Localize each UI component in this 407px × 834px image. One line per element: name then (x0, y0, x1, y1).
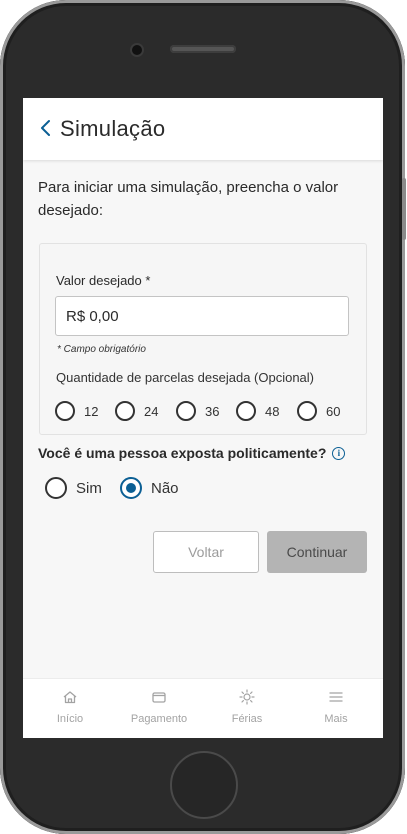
parcela-label: 48 (265, 403, 280, 419)
pep-question-text: Você é uma pessoa exposta politicamente? (38, 445, 327, 461)
radio-circle-icon (176, 401, 196, 421)
parcela-option-60[interactable]: 60 (297, 401, 340, 421)
radio-circle-icon (236, 401, 256, 421)
home-button[interactable] (170, 751, 238, 819)
valor-input[interactable] (55, 296, 349, 336)
back-button[interactable]: Voltar (153, 531, 259, 573)
parcela-label: 12 (84, 403, 99, 419)
pep-option-nao[interactable]: Não (120, 477, 179, 499)
wallet-icon (151, 689, 167, 705)
parcela-option-48[interactable]: 48 (236, 401, 279, 421)
back-arrow-icon[interactable] (35, 116, 55, 140)
tab-label: Mais (324, 713, 348, 725)
intro-text: Para iniciar uma simulação, preencha o v… (38, 179, 339, 219)
side-button (402, 178, 406, 240)
menu-icon (328, 689, 344, 705)
pep-option-label: Não (151, 479, 179, 497)
tab-label: Início (56, 713, 84, 725)
tab-mais[interactable]: Mais (291, 679, 381, 738)
phone-frame: Simulação Para iniciar uma simulação, pr… (0, 0, 406, 834)
radio-circle-icon (45, 477, 67, 499)
pep-option-sim[interactable]: Sim (45, 477, 102, 499)
parcelas-options: 12 24 36 48 60 (55, 401, 355, 425)
page-title: Simulação (60, 116, 166, 141)
bottom-tab-bar: Início Pagamento Férias Mais (23, 678, 383, 738)
app-header: Simulação (23, 98, 383, 160)
radio-circle-icon (115, 401, 135, 421)
app-screen: Simulação Para iniciar uma simulação, pr… (23, 98, 383, 738)
tab-ferias[interactable]: Férias (202, 679, 292, 738)
tab-inicio[interactable]: Início (25, 679, 115, 738)
parcela-label: 24 (144, 403, 159, 419)
info-icon[interactable]: i (332, 446, 346, 460)
front-camera (132, 45, 142, 55)
sun-icon (239, 689, 255, 705)
home-icon (62, 689, 78, 705)
required-hint: * Campo obrigatório (57, 344, 146, 355)
parcela-option-24[interactable]: 24 (115, 401, 158, 421)
pep-option-label: Sim (76, 479, 102, 497)
parcela-label: 60 (326, 403, 341, 419)
valor-label: Valor desejado * (56, 273, 151, 288)
simulation-card: Valor desejado * * Campo obrigatório Qua… (39, 243, 367, 435)
radio-selected-icon (120, 477, 142, 499)
radio-circle-icon (297, 401, 317, 421)
continue-button[interactable]: Continuar (267, 531, 367, 573)
radio-circle-icon (55, 401, 75, 421)
parcela-option-12[interactable]: 12 (55, 401, 98, 421)
parcelas-label: Quantidade de parcelas desejada (Opciona… (56, 370, 315, 385)
tab-pagamento[interactable]: Pagamento (114, 679, 204, 738)
tab-label: Férias (231, 713, 263, 725)
tab-label: Pagamento (130, 713, 188, 725)
parcela-label: 36 (205, 403, 220, 419)
speaker-grille (170, 45, 236, 53)
pep-options: Sim Não (45, 477, 245, 501)
parcela-option-36[interactable]: 36 (176, 401, 219, 421)
pep-question: Você é uma pessoa exposta politicamente?… (38, 445, 346, 461)
